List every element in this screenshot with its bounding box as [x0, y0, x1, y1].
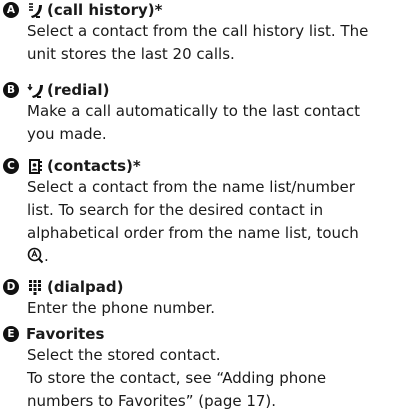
instruction-list: A (call history)* Select a contact from …	[0, 0, 420, 414]
item-description: Select a contact from the name list/numb…	[27, 176, 420, 268]
description-line: alphabetical order from the name list, t…	[27, 224, 359, 242]
item-description: Enter the phone number.	[27, 297, 420, 320]
contacts-icon	[27, 158, 43, 175]
description-line: you made.	[27, 125, 107, 143]
description-line: list. To search for the desired contact …	[27, 201, 324, 219]
description-line: numbers to Favorites” (page 17).	[27, 392, 277, 410]
badge-e: E	[3, 326, 19, 342]
item-description: Select a contact from the call history l…	[27, 20, 420, 66]
description-line: Select a contact from the name list/numb…	[27, 178, 355, 196]
badge-c: C	[3, 158, 19, 174]
item-heading: C (contacts)*	[3, 156, 141, 176]
item-description: Make a call automatically to the last co…	[27, 100, 420, 146]
description-line: unit stores the last 20 calls.	[27, 45, 235, 63]
badge-b: B	[3, 82, 19, 98]
description-line: .	[27, 245, 420, 268]
item-title: (dialpad)	[47, 278, 124, 296]
dialpad-icon	[27, 279, 43, 296]
call-history-icon	[27, 2, 43, 19]
item-heading: A (call history)*	[3, 0, 162, 20]
description-line: Make a call automatically to the last co…	[27, 102, 360, 120]
badge-a: A	[3, 2, 19, 18]
description-line: Select the stored contact.	[27, 346, 221, 364]
item-heading: B (redial)	[3, 80, 109, 100]
item-title: (contacts)*	[47, 157, 141, 175]
badge-d: D	[3, 279, 19, 295]
item-heading: D (dialpad)	[3, 277, 123, 297]
redial-icon	[27, 82, 43, 99]
description-line: To store the contact, see “Adding phone	[27, 369, 327, 387]
search-abc-icon	[27, 247, 44, 264]
item-title: (call history)*	[47, 1, 163, 19]
item-heading: E Favorites	[3, 324, 104, 344]
item-title: Favorites	[26, 325, 105, 343]
description-line: Enter the phone number.	[27, 299, 216, 317]
item-description: Select the stored contact. To store the …	[27, 344, 420, 413]
description-line-end: .	[44, 247, 49, 265]
item-title: (redial)	[47, 81, 110, 99]
description-line: Select a contact from the call history l…	[27, 22, 369, 40]
